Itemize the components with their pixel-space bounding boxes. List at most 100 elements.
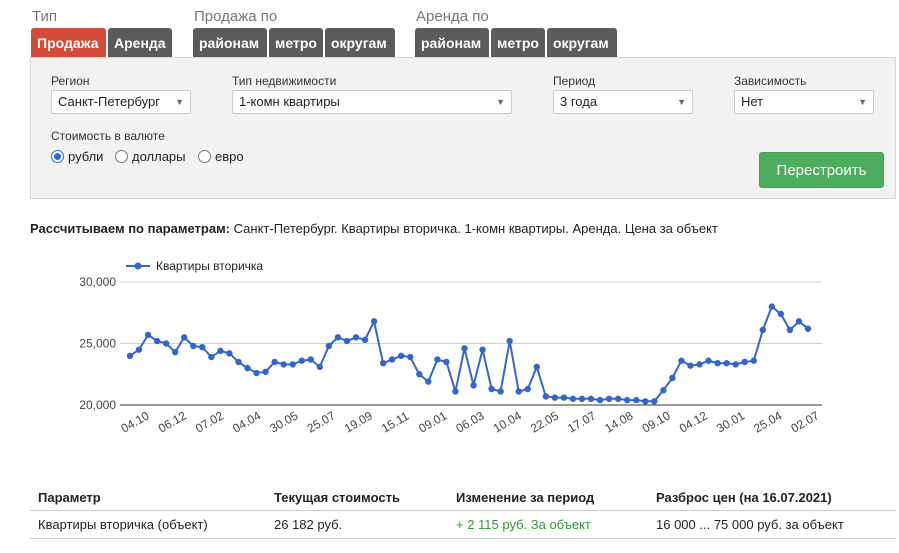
x-tick-label: 06.03	[454, 408, 487, 435]
data-point	[687, 362, 694, 369]
x-tick-label: 22.05	[528, 408, 561, 435]
data-point	[786, 326, 794, 334]
data-point	[190, 342, 197, 350]
currency-label: Стоимость в валюте	[51, 129, 165, 143]
data-point	[208, 353, 215, 361]
x-tick-label: 14.08	[602, 408, 635, 435]
data-point	[596, 396, 604, 404]
data-point	[768, 303, 776, 310]
data-point	[425, 378, 432, 385]
table-cell: 26 182 руб.	[266, 510, 448, 539]
data-point	[714, 359, 721, 367]
data-point	[651, 398, 658, 405]
data-point	[461, 345, 468, 352]
region-select[interactable]: Санкт-Петербург ▼	[51, 90, 191, 114]
data-point	[361, 336, 369, 344]
currency-radio-usd[interactable]: доллары	[115, 148, 186, 164]
region-value: Санкт-Петербург	[58, 94, 160, 109]
data-point	[551, 394, 559, 401]
x-tick-label: 15.11	[379, 409, 412, 436]
currency-radio-rub[interactable]: рубли	[51, 148, 103, 164]
data-point	[135, 346, 143, 353]
tab-rent-metro[interactable]: метро	[491, 28, 545, 57]
parameters-summary: Рассчитываем по параметрам: Санкт-Петерб…	[30, 221, 718, 236]
data-point	[379, 359, 387, 367]
radio-unchecked-icon	[198, 149, 211, 163]
data-point	[416, 371, 423, 378]
data-point	[777, 310, 785, 318]
data-point	[633, 396, 640, 404]
legend-label: Квартиры вторичка	[156, 259, 263, 273]
dependency-label: Зависимость	[734, 74, 807, 88]
tab-rent-okrugs[interactable]: округам	[547, 28, 617, 57]
data-point	[398, 352, 405, 359]
x-tick-label: 06.12	[156, 408, 189, 435]
data-point	[759, 326, 766, 334]
y-tick-label: 20,000	[79, 398, 116, 412]
price-line-chart: 20,00025,00030,00004.10 06.12 07.02 04.04 30…	[79, 259, 822, 436]
data-point	[560, 394, 568, 401]
x-tick-label: 07.02	[193, 408, 226, 435]
dependency-value: Нет	[741, 94, 764, 109]
data-point	[497, 388, 504, 395]
radio-checked-icon	[51, 149, 64, 163]
x-tick-label: 02.07	[789, 408, 822, 435]
data-point	[352, 334, 360, 341]
chevron-down-icon: ▼	[858, 97, 867, 107]
property-type-value: 1-комн квартиры	[239, 94, 340, 109]
type-group-label: Тип	[32, 8, 58, 25]
data-point	[443, 358, 450, 366]
data-point	[614, 395, 622, 403]
tab-sale-okrugs[interactable]: округам	[325, 28, 395, 57]
data-point	[343, 337, 351, 345]
data-point	[804, 325, 812, 332]
period-select[interactable]: 3 года ▼	[553, 90, 693, 114]
data-point	[298, 357, 305, 364]
data-point	[696, 361, 703, 368]
data-point	[542, 393, 550, 400]
data-point	[479, 346, 486, 353]
tab-sale-metro[interactable]: метро	[269, 28, 323, 57]
data-point	[316, 363, 324, 371]
legend-marker-icon	[134, 262, 142, 270]
period-label: Период	[553, 74, 596, 88]
data-point	[235, 358, 242, 366]
region-label: Регион	[51, 74, 90, 88]
data-point	[289, 361, 296, 368]
parameters-prefix: Рассчитываем по параметрам:	[30, 221, 231, 236]
x-tick-label: 09.10	[640, 408, 673, 435]
dependency-select[interactable]: Нет ▼	[734, 90, 874, 114]
table-cell: 16 000 ... 75 000 руб. за объект	[648, 510, 896, 539]
x-tick-label: 25.07	[305, 408, 338, 435]
data-point	[126, 352, 134, 359]
rebuild-button[interactable]: Перестроить	[759, 152, 884, 188]
x-tick-label: 19.09	[342, 408, 375, 435]
data-point	[569, 395, 577, 403]
data-point	[334, 334, 342, 341]
x-tick-label: 30.05	[267, 408, 300, 435]
tab-sale-districts[interactable]: районам	[193, 28, 267, 57]
data-point	[660, 387, 667, 394]
data-point	[669, 374, 676, 382]
x-tick-label: 09.01	[416, 408, 449, 435]
data-point	[533, 363, 540, 371]
table-header-cell: Текущая стоимость	[266, 486, 448, 511]
tab-sale[interactable]: Продажа	[31, 28, 106, 57]
data-point	[181, 334, 188, 341]
data-point	[244, 364, 251, 372]
property-type-label: Тип недвижимости	[232, 74, 337, 88]
y-tick-label: 25,000	[79, 337, 116, 351]
currency-radio-eur[interactable]: евро	[198, 148, 244, 164]
tab-rent-districts[interactable]: районам	[415, 28, 489, 57]
data-point	[199, 343, 206, 351]
data-point	[226, 350, 233, 357]
tab-rent[interactable]: Аренда	[108, 28, 172, 57]
stats-table: Параметр Текущая стоимость Изменение за …	[30, 486, 896, 539]
x-tick-label: 10.04	[491, 408, 524, 435]
property-type-select[interactable]: 1-комн квартиры ▼	[232, 90, 512, 114]
data-point	[388, 356, 396, 363]
data-point	[262, 368, 269, 375]
data-point	[605, 395, 613, 403]
parameters-text: Санкт-Петербург. Квартиры вторичка. 1-ко…	[233, 221, 718, 236]
table-header-cell: Изменение за период	[448, 486, 648, 511]
